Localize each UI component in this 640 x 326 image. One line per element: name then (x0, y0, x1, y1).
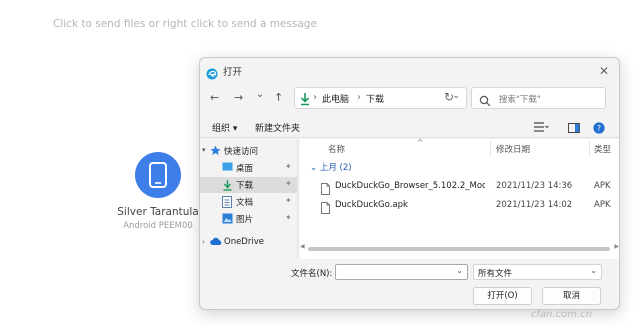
desktop-icon (222, 162, 233, 175)
file-date: 2021/11/23 14:36 (496, 181, 573, 191)
forward-button[interactable]: → (234, 91, 243, 104)
sidebar-item-label: OneDrive (224, 237, 264, 247)
sidebar-item-label: 文档 (236, 198, 254, 208)
scrollbar-thumb[interactable] (308, 247, 610, 251)
column-divider[interactable] (589, 141, 590, 156)
chevron-down-icon: ⌄ (310, 163, 318, 173)
watermark: cfan.com.cn (531, 309, 593, 320)
group-label: 上月 (2) (319, 163, 352, 173)
sidebar-item-label: 图片 (236, 215, 254, 225)
search-icon (479, 92, 491, 111)
address-separator: › (357, 92, 361, 103)
device-name: Silver Tarantula (117, 206, 199, 218)
file-list: 名称 ^ 修改日期 类型 ⌄ 上月 (2) DuckDuckGo_Browser… (300, 138, 619, 259)
new-folder-button[interactable]: 新建文件夹 (255, 121, 300, 134)
list-item[interactable]: DuckDuckGo_Browser_5.102.2_Mod... 2021/1… (300, 178, 619, 196)
file-date: 2021/11/23 14:02 (496, 200, 573, 210)
search-placeholder: 搜索"下载" (499, 95, 541, 105)
address-separator: › (313, 92, 317, 103)
pin-icon: ✦ (285, 179, 292, 188)
file-type-value: 所有文件 (478, 269, 513, 279)
column-type[interactable]: 类型 (594, 143, 611, 155)
phone-icon[interactable] (135, 152, 181, 198)
search-input[interactable]: 搜索"下载" (471, 87, 606, 109)
file-icon (321, 199, 330, 218)
list-item[interactable]: DuckDuckGo.apk 2021/11/23 14:02 APK (300, 197, 619, 218)
column-modified[interactable]: 修改日期 (496, 143, 530, 155)
view-options-icon[interactable] (533, 119, 549, 138)
cloud-icon (210, 237, 222, 249)
column-header: 名称 ^ 修改日期 类型 (300, 138, 619, 159)
star-icon (210, 145, 221, 159)
chevron-right-icon[interactable]: › (202, 238, 205, 246)
file-type: APK (594, 200, 611, 210)
navigation-pane: ▾ 快速访问 桌面 ✦ 下载 ✦ 文档 ✦ 图片 ✦ › OneDrive (200, 139, 297, 262)
open-file-dialog: 打开 ✕ ← → ⌄ ↑ › 此电脑 › 下载 ⌄ ↻ 搜索"下载" 组织 ▾ (199, 57, 620, 310)
cancel-button[interactable]: 取消 (542, 287, 601, 305)
sidebar-item-quick-access[interactable]: ▾ 快速访问 (200, 143, 297, 159)
sidebar-item-desktop[interactable]: 桌面 ✦ (200, 160, 297, 176)
chevron-down-icon[interactable]: ⌄ (456, 266, 463, 275)
sidebar-item-documents[interactable]: 文档 ✦ (200, 194, 297, 210)
group-header[interactable]: ⌄ 上月 (2) (310, 161, 352, 173)
column-divider[interactable] (490, 141, 491, 156)
download-arrow-icon (222, 179, 233, 194)
device-model: Android PEEM00 (123, 221, 193, 231)
address-bar[interactable]: › 此电脑 › 下载 ⌄ (294, 87, 467, 109)
document-icon (222, 196, 232, 211)
pin-icon: ✦ (285, 162, 292, 171)
sidebar-item-onedrive[interactable]: › OneDrive (200, 235, 297, 251)
back-button[interactable]: ← (210, 91, 219, 104)
command-bar: 组织 ▾ 新建文件夹 ? (200, 116, 619, 138)
edge-icon (206, 65, 218, 84)
address-crumb-this-pc[interactable]: 此电脑 (322, 92, 349, 105)
filename-label: 文件名(N): (291, 269, 333, 279)
address-crumb-downloads[interactable]: 下载 (366, 92, 384, 105)
drop-hint-text: Click to send files or right click to se… (53, 18, 317, 30)
chevron-down-icon: ⌄ (590, 266, 597, 275)
sidebar-item-label: 下载 (236, 181, 254, 191)
pin-icon: ✦ (285, 196, 292, 205)
help-icon[interactable]: ? (593, 119, 605, 138)
recent-locations-dropdown[interactable]: ⌄ (256, 89, 264, 100)
preview-pane-icon[interactable] (568, 119, 581, 138)
up-button[interactable]: ↑ (274, 91, 283, 104)
pane-divider[interactable] (297, 139, 298, 259)
refresh-button[interactable]: ↻ (444, 90, 454, 104)
column-name[interactable]: 名称 (328, 143, 345, 155)
sidebar-item-downloads[interactable]: 下载 ✦ (200, 177, 297, 193)
chevron-down-icon[interactable]: ▾ (202, 146, 206, 154)
scroll-left-icon[interactable]: ◀ (300, 243, 305, 250)
pin-icon: ✦ (285, 213, 292, 222)
svg-text:?: ? (597, 124, 601, 133)
sidebar-item-label: 桌面 (236, 164, 254, 174)
picture-icon (222, 213, 233, 227)
file-name: DuckDuckGo_Browser_5.102.2_Mod... (335, 181, 485, 191)
file-name: DuckDuckGo.apk (335, 200, 408, 210)
organize-menu[interactable]: 组织 ▾ (212, 121, 237, 134)
dialog-titlebar: 打开 ✕ (200, 58, 619, 84)
device-card[interactable]: Silver Tarantula Android PEEM00 (112, 152, 204, 231)
close-button[interactable]: ✕ (594, 61, 614, 81)
download-arrow-icon (299, 91, 311, 110)
file-type: APK (594, 181, 611, 191)
filename-field[interactable]: ⌄ (335, 264, 468, 280)
open-button[interactable]: 打开(O) (473, 287, 532, 305)
file-type-select[interactable]: 所有文件 ⌄ (473, 264, 602, 280)
sidebar-item-pictures[interactable]: 图片 ✦ (200, 211, 297, 227)
horizontal-scrollbar[interactable]: ◀ ▶ (300, 243, 619, 252)
sidebar-item-label: 快速访问 (224, 147, 259, 157)
scroll-right-icon[interactable]: ▶ (614, 243, 619, 250)
sort-icon: ^ (417, 138, 424, 147)
dialog-title: 打开 (223, 67, 243, 78)
